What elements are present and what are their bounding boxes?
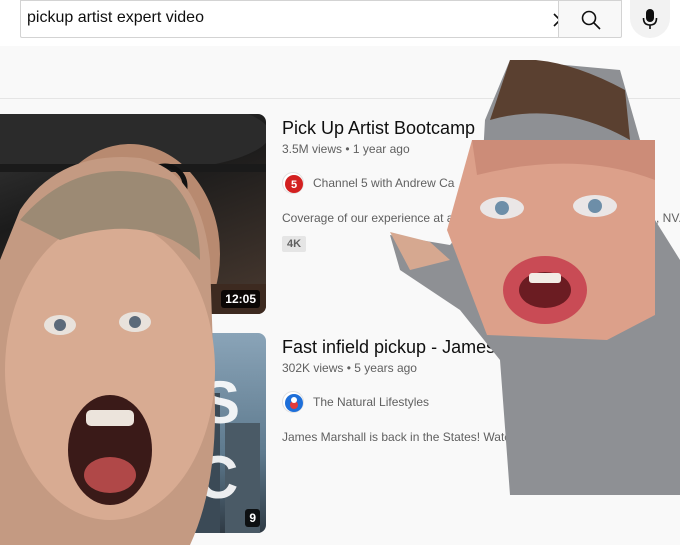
view-count: 3.5M views [282, 142, 343, 156]
view-count: 302K views [282, 361, 344, 375]
face-closeup-cutout [447, 140, 655, 340]
search-box[interactable]: pickup artist expert video [20, 0, 567, 38]
face-cutout-left [0, 150, 258, 545]
meta-separator: • [345, 142, 353, 156]
quality-badge: 4K [282, 236, 307, 252]
search-input[interactable]: pickup artist expert video [27, 9, 204, 27]
channel-avatar[interactable] [282, 391, 304, 413]
search-button[interactable] [558, 0, 622, 38]
microphone-icon [642, 9, 658, 29]
svg-text:5: 5 [291, 179, 297, 191]
channel-avatar[interactable]: 5 [282, 172, 304, 194]
voice-search-button[interactable] [630, 0, 670, 38]
top-bar: pickup artist expert video [0, 0, 680, 46]
search-icon [581, 10, 601, 30]
